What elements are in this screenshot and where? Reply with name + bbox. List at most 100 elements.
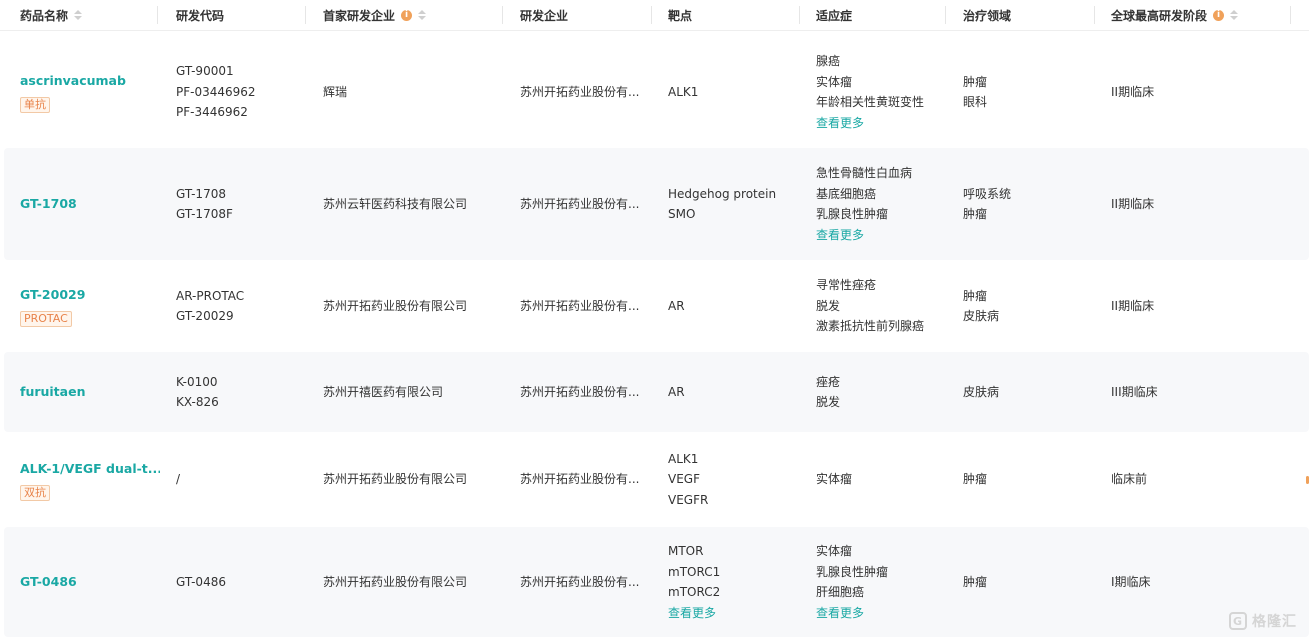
company-cell: 苏州开拓药业股份有... bbox=[520, 432, 655, 527]
view-more-link[interactable]: 查看更多 bbox=[668, 603, 808, 624]
stage-cell: II期临床 bbox=[1111, 36, 1281, 148]
column-divider bbox=[1094, 6, 1095, 24]
drug-name-cell: GT-20029 PROTAC bbox=[20, 260, 160, 352]
cell-text: 苏州开拓药业股份有... bbox=[520, 574, 640, 589]
cell-line: 眼科 bbox=[963, 95, 988, 109]
drug-name-link[interactable]: furuitaen bbox=[20, 382, 160, 402]
column-header-drug-name[interactable]: 药品名称 bbox=[20, 0, 158, 30]
cell-text: 苏州开拓药业股份有... bbox=[520, 196, 640, 211]
code-cell: AR-PROTAC GT-20029 bbox=[176, 260, 306, 352]
cell-line: GT-1708F bbox=[176, 207, 233, 221]
drug-name-link[interactable]: ALK-1/VEGF dual-t... bbox=[20, 459, 160, 479]
therapeutic-area-cell: 肿瘤 bbox=[963, 527, 1093, 637]
column-divider bbox=[651, 6, 652, 24]
cell-text: 苏州开拓药业股份有限公司 bbox=[323, 574, 468, 589]
cell-text: 辉瑞 bbox=[323, 84, 348, 99]
target-cell: Hedgehog protein SMO bbox=[668, 148, 808, 260]
table-row: ALK-1/VEGF dual-t... 双抗 / 苏州开拓药业股份有限公司 苏州开拓药… bbox=[4, 432, 1309, 527]
cell-line: AR bbox=[668, 298, 685, 313]
cell-line: ALK1 bbox=[668, 451, 699, 466]
indication-cell: 实体瘤 乳腺良性肿瘤 肝细胞癌 查看更多 bbox=[816, 527, 956, 637]
view-more-link[interactable]: 查看更多 bbox=[816, 113, 956, 134]
therapeutic-area-cell: 皮肤病 bbox=[963, 352, 1093, 432]
indication-cell: 腺癌 实体瘤 年龄相关性黄斑变性 查看更多 bbox=[816, 36, 956, 148]
column-divider bbox=[305, 6, 306, 24]
column-header-label: 治疗领域 bbox=[963, 8, 1012, 23]
therapeutic-area-cell: 肿瘤 皮肤病 bbox=[963, 260, 1093, 352]
cell-line: 呼吸系统 bbox=[963, 186, 1012, 201]
stage-cell: 临床前 bbox=[1111, 432, 1281, 527]
column-divider bbox=[1290, 6, 1291, 24]
drug-name-cell: ALK-1/VEGF dual-t... 双抗 bbox=[20, 432, 160, 527]
cell-line: 肿瘤 bbox=[963, 207, 988, 221]
cell-text: 苏州开拓药业股份有限公司 bbox=[323, 298, 468, 313]
drug-name-cell: GT-1708 bbox=[20, 148, 160, 260]
cell-line: PF-03446962 bbox=[176, 84, 256, 99]
target-cell: ALK1 VEGF VEGFR bbox=[668, 432, 808, 527]
table-header: 药品名称 研发代码 首家研发企业 i 研发企业 靶点 适应症 治疗领域 全球最高… bbox=[0, 0, 1309, 31]
cell-text: 临床前 bbox=[1111, 472, 1148, 487]
column-header-label: 研发企业 bbox=[520, 8, 569, 23]
cell-text: I期临床 bbox=[1111, 574, 1151, 589]
cell-line: 腺癌 bbox=[816, 54, 841, 68]
first-company-cell: 苏州开拓药业股份有限公司 bbox=[323, 432, 503, 527]
cell-line: 脱发 bbox=[816, 298, 841, 313]
drug-name-link[interactable]: GT-1708 bbox=[20, 194, 160, 214]
column-header-label: 全球最高研发阶段 bbox=[1111, 8, 1208, 23]
column-header-label: 靶点 bbox=[668, 8, 693, 23]
info-icon[interactable]: i bbox=[1213, 9, 1225, 21]
cell-text: 苏州开拓药业股份有... bbox=[520, 84, 640, 99]
cell-line: 年龄相关性黄斑变性 bbox=[816, 95, 925, 109]
column-header-first-company[interactable]: 首家研发企业 i bbox=[323, 0, 503, 30]
company-cell: 苏州开拓药业股份有... bbox=[520, 36, 655, 148]
sort-icon[interactable] bbox=[74, 10, 83, 20]
target-cell: ALK1 bbox=[668, 36, 808, 148]
cell-line: 乳腺良性肿瘤 bbox=[816, 564, 889, 579]
company-cell: 苏州开拓药业股份有... bbox=[520, 527, 655, 637]
column-header-highest-stage[interactable]: 全球最高研发阶段 i bbox=[1111, 0, 1291, 30]
indication-cell: 实体瘤 bbox=[816, 432, 956, 527]
cell-line: Hedgehog protein bbox=[668, 186, 777, 201]
drug-name-link[interactable]: ascrinvacumab bbox=[20, 71, 160, 91]
indication-cell: 急性骨髓性白血病 基底细胞癌乳腺良性肿瘤查看更多 bbox=[816, 148, 956, 260]
cell-line: ALK1 bbox=[668, 84, 699, 99]
cell-line: 基底细胞癌 bbox=[816, 186, 877, 201]
cell-text: 苏州开拓药业股份有... bbox=[520, 472, 640, 487]
table-row: ascrinvacumab 单抗 GT-90001 PF-03446962 PF-344… bbox=[4, 36, 1309, 148]
watermark-logo-icon: G bbox=[1229, 612, 1247, 630]
cell-line: 急性骨髓性白血病 bbox=[816, 166, 913, 180]
drug-type-tag: 双抗 bbox=[20, 484, 50, 501]
drug-type-tag: 单抗 bbox=[20, 97, 50, 113]
info-icon[interactable]: i bbox=[401, 9, 413, 21]
cell-line: 乳腺良性肿瘤 bbox=[816, 207, 889, 221]
column-header-target: 靶点 bbox=[668, 0, 800, 30]
cell-text: II期临床 bbox=[1111, 196, 1155, 211]
view-more-link[interactable]: 查看更多 bbox=[816, 225, 956, 246]
cell-line: mTORC2 bbox=[668, 585, 721, 599]
sort-icon[interactable] bbox=[418, 10, 427, 20]
drug-name-link[interactable]: GT-20029 bbox=[20, 285, 160, 305]
drug-name-cell: ascrinvacumab 单抗 bbox=[20, 36, 160, 148]
cell-line: / bbox=[176, 472, 181, 487]
therapeutic-area-cell: 肿瘤 bbox=[963, 432, 1093, 527]
table-row: furuitaen K-0100 KX-826 苏州开禧医药有限公司 苏州开拓药业股份有… bbox=[4, 352, 1309, 432]
target-cell: MTOR mTORC1 mTORC2 查看更多 bbox=[668, 527, 808, 637]
sort-icon[interactable] bbox=[1230, 10, 1239, 20]
watermark-text: 格隆汇 bbox=[1252, 614, 1297, 630]
first-company-cell: 苏州开拓药业股份有限公司 bbox=[323, 527, 503, 637]
table-row: GT-20029 PROTAC AR-PROTAC GT-20029 苏州开拓药业股份有… bbox=[4, 260, 1309, 352]
stage-cell: II期临床 bbox=[1111, 148, 1281, 260]
target-cell: AR bbox=[668, 352, 808, 432]
target-cell: AR bbox=[668, 260, 808, 352]
drug-name-link[interactable]: GT-0486 bbox=[20, 572, 160, 592]
code-cell: K-0100 KX-826 bbox=[176, 352, 306, 432]
drug-name-cell: GT-0486 bbox=[20, 527, 160, 637]
table-row: GT-1708 GT-1708 GT-1708F 苏州云轩医药科技有限公司 苏州开拓药业… bbox=[4, 148, 1309, 260]
column-header-label: 药品名称 bbox=[20, 8, 69, 23]
cell-line: 肝细胞癌 bbox=[816, 585, 865, 599]
view-more-link[interactable]: 查看更多 bbox=[816, 603, 956, 624]
drug-type-tag: PROTAC bbox=[20, 311, 72, 327]
stage-cell: II期临床 bbox=[1111, 260, 1281, 352]
cell-line: PF-3446962 bbox=[176, 105, 248, 120]
column-divider bbox=[157, 6, 158, 24]
